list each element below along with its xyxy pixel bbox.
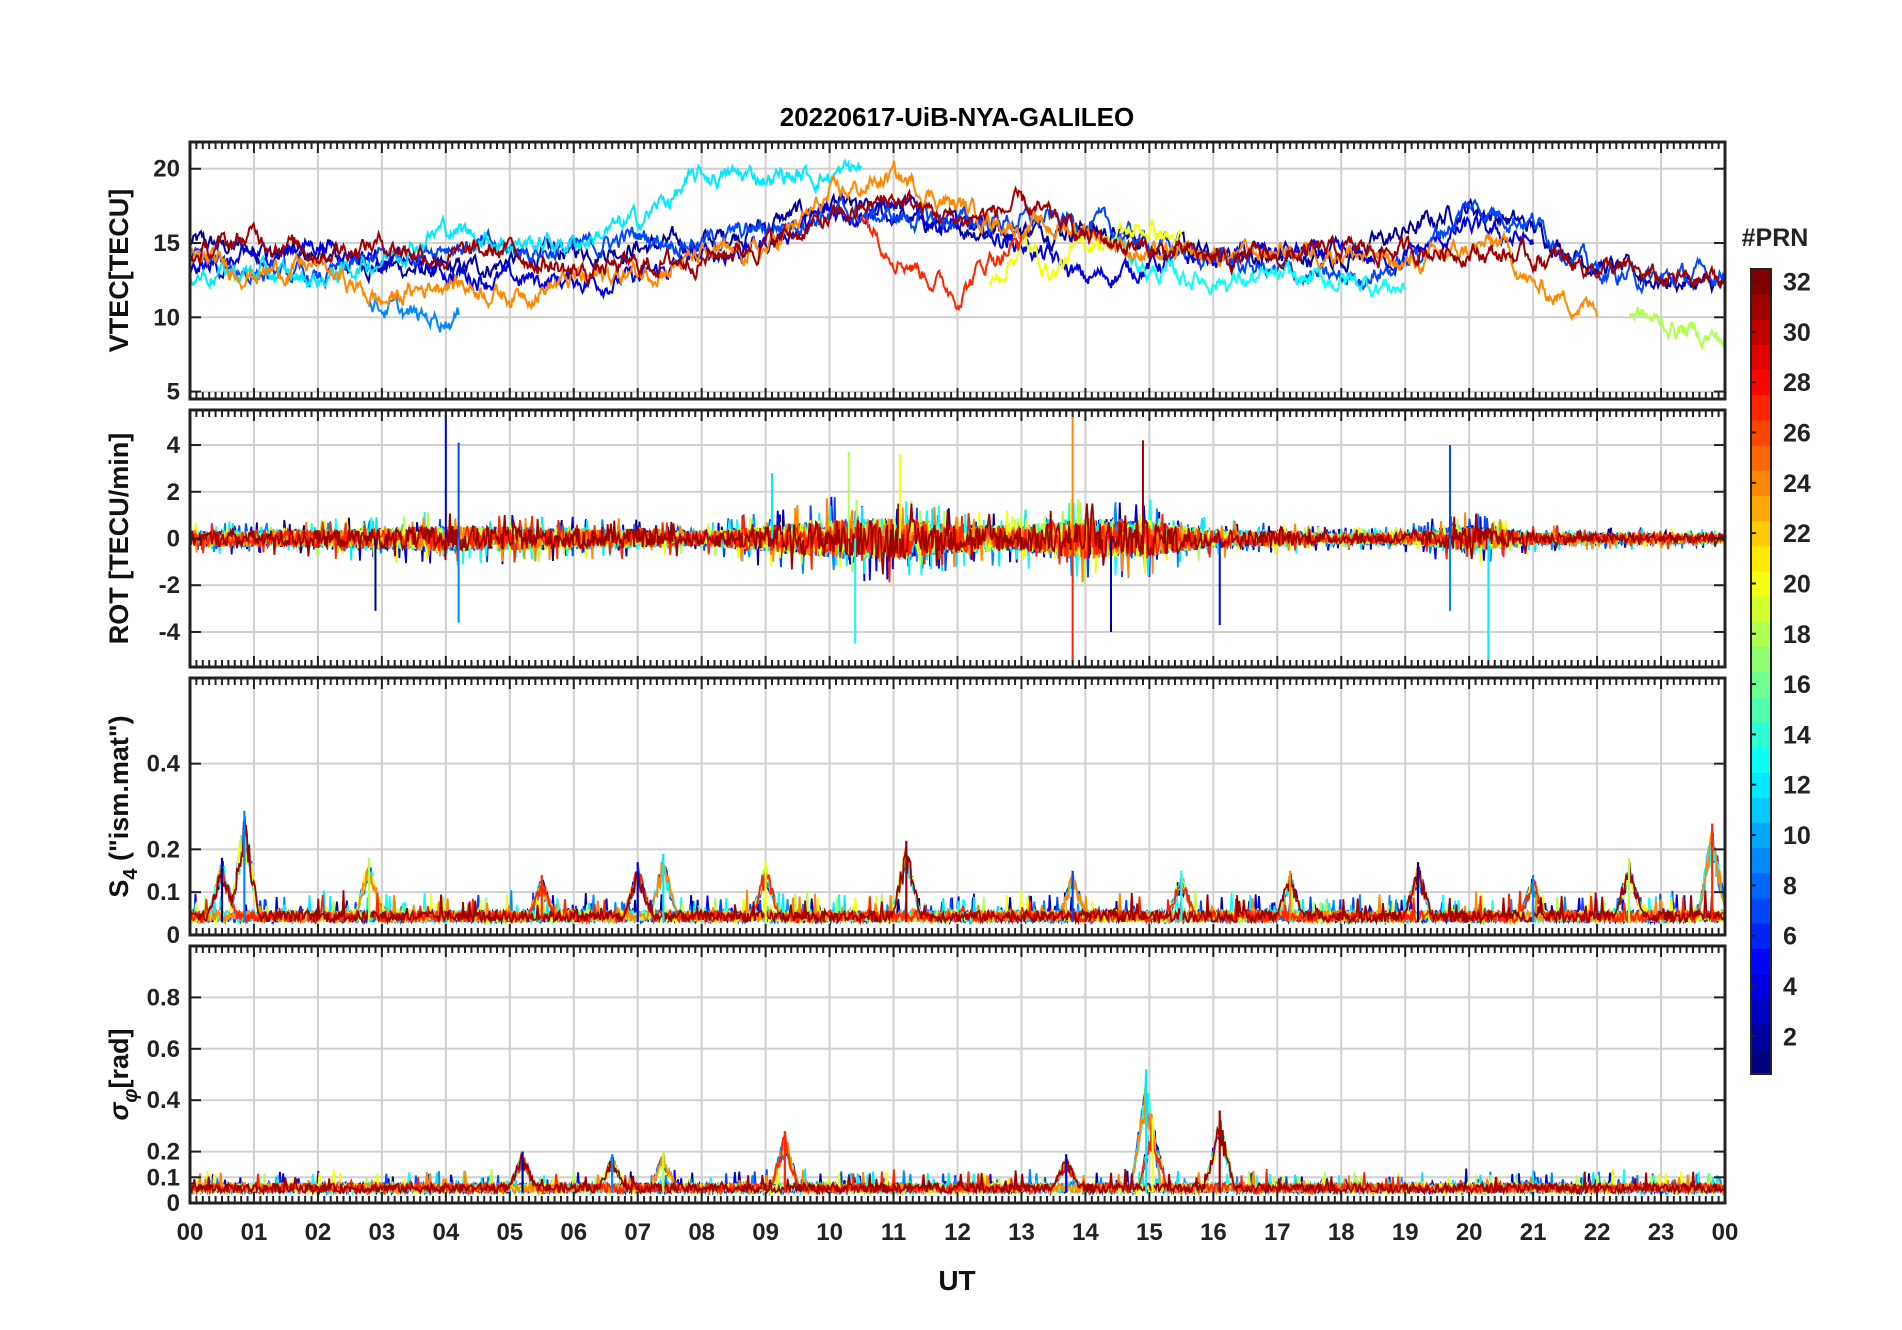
y-axis-label: ROT [TECU/min] [104, 433, 134, 644]
colorbar-band [1751, 1048, 1771, 1075]
colorbar-tick-label: 22 [1783, 520, 1811, 548]
x-tick-label: 22 [1584, 1219, 1611, 1246]
colorbar-tick-label: 32 [1783, 269, 1811, 297]
y-axis-label: VTEC[TECU] [104, 189, 134, 353]
y-tick-label: 0 [167, 526, 180, 553]
x-tick-label: 07 [624, 1219, 651, 1246]
colorbar-tick-label: 4 [1783, 973, 1797, 1001]
colorbar-tick-label: 18 [1783, 621, 1811, 649]
colorbar-tick-label: 10 [1783, 822, 1811, 850]
y-axis-label-sub: φ [120, 1089, 142, 1103]
chart-title: 20220617-UiB-NYA-GALILEO [780, 102, 1135, 132]
panel-VTEC: 5 10 15 20 VTEC[TECU] [104, 140, 1727, 406]
x-tick-label: 09 [752, 1219, 779, 1246]
colorbar: #PRN 2468101214161820222426283032 [1742, 224, 1811, 1075]
x-tick-label: 17 [1264, 1219, 1291, 1246]
x-tick-labels: 00 01 02 03 04 05 06 07 08 09 10 11 12 13 14 15 16 17 18 19… [177, 1219, 1739, 1246]
y-axis-label-rest: ("ism.mat") [104, 715, 134, 868]
y-tick-label: 0.4 [147, 751, 181, 778]
y-tick-label: 0.6 [147, 1036, 180, 1063]
colorbar-tick-label: 8 [1783, 872, 1797, 900]
colorbar-tick-label: 28 [1783, 369, 1811, 397]
y-tick-label: 15 [153, 230, 180, 257]
y-tick-label: 0.2 [147, 1139, 180, 1166]
y-axis-label: S4 ("ism.mat") [104, 715, 142, 897]
colorbar-tick-label: 12 [1783, 772, 1811, 800]
x-tick-label: 13 [1008, 1219, 1035, 1246]
colorbar-band [1751, 797, 1771, 823]
colorbar-tick-label: 24 [1783, 470, 1811, 498]
x-tick-label: 08 [688, 1219, 715, 1246]
colorbar-tick-label: 2 [1783, 1023, 1797, 1051]
y-axis-label-main: S [104, 880, 134, 898]
grid [190, 678, 1725, 936]
x-tick-label: 12 [944, 1219, 971, 1246]
colorbar-band [1751, 998, 1771, 1025]
x-tick-label: 10 [816, 1219, 843, 1246]
colorbar-tick-label: 6 [1783, 923, 1797, 951]
y-tick-label: 20 [153, 156, 180, 183]
panel-S4: 0 0.1 0.2 0.4S4 ("ism.mat") [104, 676, 1727, 949]
colorbar-label: #PRN [1742, 224, 1809, 252]
y-axis-label-rest: [rad] [104, 1029, 134, 1089]
colorbar-tick-label: 26 [1783, 420, 1811, 448]
x-tick-label: 03 [369, 1219, 396, 1246]
series-prn-18 [1628, 306, 1725, 351]
x-tick-label: 11 [881, 1219, 906, 1246]
colorbar-band [1751, 696, 1771, 723]
x-tick-label: 14 [1072, 1219, 1099, 1246]
grid [190, 946, 1725, 1204]
x-tick-label: 23 [1648, 1219, 1675, 1246]
y-tick-label: 0.1 [147, 879, 180, 906]
x-tick-label: 02 [305, 1219, 332, 1246]
y-tick-label: -4 [159, 619, 181, 646]
y-axis-label: σφ[rad] [104, 1029, 142, 1121]
y-tick-label: 2 [167, 479, 180, 506]
colorbar-band [1751, 596, 1771, 622]
y-tick-label: 0.1 [147, 1164, 180, 1191]
x-tick-label: 16 [1200, 1219, 1227, 1246]
colorbar-band [1751, 847, 1771, 874]
colorbar-tick-label: 20 [1783, 570, 1811, 598]
y-tick-label: 0 [167, 1190, 180, 1217]
colorbar-tick-label: 16 [1783, 671, 1811, 699]
x-tick-label: 00 [177, 1219, 204, 1246]
colorbar-band [1751, 445, 1771, 471]
y-tick-label: 5 [167, 379, 180, 406]
y-tick-label: 0.8 [147, 984, 180, 1011]
colorbar-band [1751, 545, 1771, 572]
colorbar-band [1751, 746, 1771, 773]
colorbar-band [1751, 495, 1771, 522]
x-tick-label: 21 [1520, 1219, 1547, 1246]
colorbar-band [1751, 646, 1771, 672]
x-tick-label: 01 [241, 1219, 268, 1246]
figure: 20220617-UiB-NYA-GALILEO 5101520VTEC[TEC… [104, 102, 1811, 1296]
y-tick-label: 10 [153, 304, 180, 331]
colorbar-tick-label: 30 [1783, 319, 1811, 347]
colorbar-band [1751, 294, 1771, 320]
y-tick-label: -2 [159, 572, 180, 599]
x-tick-label: 18 [1328, 1219, 1355, 1246]
y-tick-label: 0 [167, 922, 180, 949]
x-tick-label: 15 [1136, 1219, 1163, 1246]
colorbar-band [1751, 344, 1771, 371]
panels: 5101520VTEC[TECU]-4-2024ROT [TECU/min]00… [104, 140, 1739, 1246]
y-tick-label: 4 [167, 432, 181, 459]
y-tick-label: 0.2 [147, 836, 180, 863]
x-tick-label: 04 [432, 1219, 459, 1246]
x-tick-label: 05 [496, 1219, 523, 1246]
colorbar-tick-label: 14 [1783, 721, 1811, 749]
colorbar-band [1751, 948, 1771, 974]
panel-sigma_phi: 00.10.20.40.60.8σφ[rad] [104, 944, 1727, 1217]
y-axis-label-main: σ [104, 1102, 134, 1121]
x-tick-label: 00 [1712, 1219, 1739, 1246]
x-tick-label: 20 [1456, 1219, 1483, 1246]
x-tick-label: 19 [1392, 1219, 1419, 1246]
x-tick-label: 06 [560, 1219, 587, 1246]
x-axis-label: UT [938, 1265, 975, 1296]
colorbar-band [1751, 897, 1771, 924]
colorbar-band [1751, 394, 1771, 421]
panel-ROT: -4 -2 0 2 4 ROT [TECU/min] [104, 408, 1727, 669]
y-tick-label: 0.4 [147, 1087, 181, 1114]
